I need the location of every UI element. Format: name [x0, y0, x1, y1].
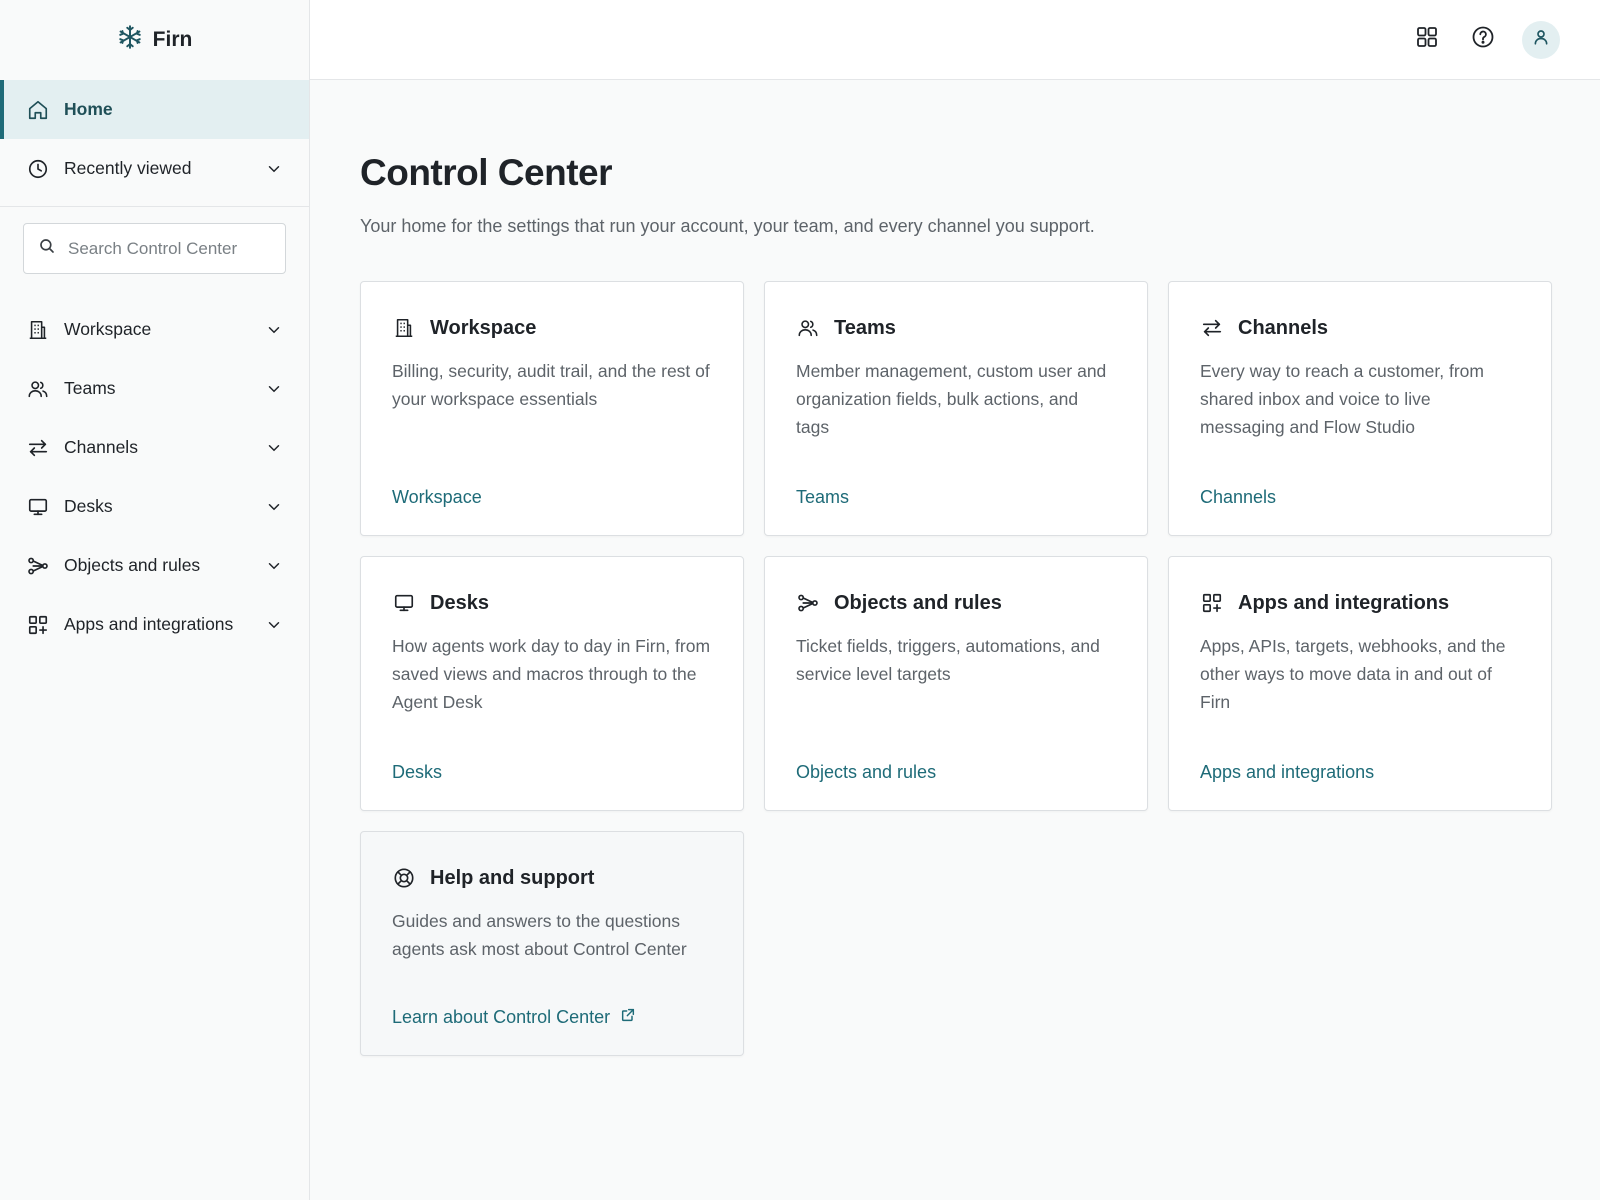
card-title: Apps and integrations [1238, 591, 1450, 614]
card-objects-and-rules: Objects and rules Ticket fields, trigger… [764, 556, 1148, 811]
sidebar-item-label: Objects and rules [64, 555, 201, 575]
sidebar-item-label: Desks [64, 496, 113, 516]
chevron-down-icon [265, 498, 283, 516]
apps-icon [26, 613, 50, 637]
divider [0, 206, 309, 207]
snowflake-icon [117, 24, 143, 56]
building-icon [392, 316, 416, 340]
card-title: Workspace [430, 316, 537, 339]
arrows-exchange-icon [1200, 316, 1224, 340]
avatar[interactable] [1522, 20, 1560, 59]
card-description: Guides and answers to the questions agen… [392, 911, 687, 959]
help-button[interactable] [1466, 23, 1500, 57]
sidebar-item-desks[interactable]: Desks [0, 477, 309, 536]
card-link-learn-about-control-center[interactable]: Learn about Control Center [392, 1007, 636, 1028]
main-content: Control Center Your home for the setting… [360, 152, 1555, 1056]
sidebar-groups: Workspace Teams Channels Desks Objects a… [0, 300, 309, 654]
sidebar-item-home[interactable]: Home [0, 80, 309, 139]
sidebar-item-teams[interactable]: Teams [0, 359, 309, 418]
search-input[interactable] [68, 238, 271, 259]
card-apps-and-integrations: Apps and integrations Apps, APIs, target… [1168, 556, 1552, 811]
chevron-down-icon [265, 160, 283, 178]
card-description: Billing, security, audit trail, and the … [392, 361, 710, 409]
search-icon [38, 237, 68, 260]
page-title: Control Center [360, 152, 613, 193]
card-description: Every way to reach a customer, from shar… [1200, 361, 1484, 437]
card-desks: Desks How agents work day to day in Firn… [360, 556, 744, 811]
card-description: Member management, custom user and organ… [796, 361, 1107, 437]
app-grid-button[interactable] [1410, 23, 1444, 57]
card-title: Desks [430, 591, 489, 614]
sidebar-item-objects-and-rules[interactable]: Objects and rules [0, 536, 309, 595]
search-field[interactable] [23, 223, 286, 274]
sidebar-item-apps-and-integrations[interactable]: Apps and integrations [0, 595, 309, 654]
page-subtitle: Your home for the settings that run your… [360, 216, 1095, 236]
chevron-down-icon [265, 321, 283, 339]
card-title: Objects and rules [834, 591, 1002, 614]
monitor-icon [26, 495, 50, 519]
brand-name: Firn [152, 28, 193, 51]
apps-icon [1200, 591, 1224, 615]
card-teams: Teams Member management, custom user and… [764, 281, 1148, 536]
sidebar-item-label: Recently viewed [64, 158, 192, 178]
arrows-exchange-icon [26, 436, 50, 460]
card-link-channels[interactable]: Channels [1200, 487, 1276, 508]
sidebar-item-workspace[interactable]: Workspace [0, 300, 309, 359]
sidebar-item-label: Channels [64, 437, 138, 457]
sidebar-item-label: Apps and integrations [64, 614, 234, 634]
card-link-desks[interactable]: Desks [392, 762, 442, 783]
sidebar-item-recently-viewed[interactable]: Recently viewed [0, 139, 309, 198]
card-link-teams[interactable]: Teams [796, 487, 849, 508]
sidebar: Firn Home Recently viewed Search Control… [0, 0, 310, 1200]
monitor-icon [392, 591, 416, 615]
users-icon [796, 316, 820, 340]
clock-icon [26, 157, 50, 181]
users-icon [26, 377, 50, 401]
card-grid: Workspace Billing, security, audit trail… [360, 281, 1555, 1056]
sidebar-item-channels[interactable]: Channels [0, 418, 309, 477]
external-link-icon [620, 1007, 636, 1028]
card-channels: Channels Every way to reach a customer, … [1168, 281, 1552, 536]
card-workspace: Workspace Billing, security, audit trail… [360, 281, 744, 536]
top-bar [310, 0, 1600, 80]
sidebar-item-label: Teams [64, 378, 116, 398]
sidebar-item-label: Workspace [64, 319, 152, 339]
flow-icon [796, 591, 820, 615]
card-help-and-support: Help and support Guides and answers to t… [360, 831, 744, 1056]
flow-icon [26, 554, 50, 578]
card-title: Channels [1238, 316, 1329, 339]
card-link-label: Learn about Control Center [392, 1007, 611, 1027]
card-link-apps-and-integrations[interactable]: Apps and integrations [1200, 762, 1374, 783]
card-link-workspace[interactable]: Workspace [392, 487, 482, 508]
home-icon [26, 98, 50, 122]
card-description: Ticket fields, triggers, automations, an… [796, 636, 1100, 684]
sidebar-item-label: Home [64, 99, 113, 119]
lifebuoy-icon [392, 866, 416, 890]
building-icon [26, 318, 50, 342]
chevron-down-icon [265, 380, 283, 398]
chevron-down-icon [265, 616, 283, 634]
brand[interactable]: Firn [0, 0, 309, 80]
card-link-objects-and-rules[interactable]: Objects and rules [796, 762, 936, 783]
card-description: Apps, APIs, targets, webhooks, and the o… [1200, 636, 1506, 712]
app-grid-icon [1415, 25, 1439, 54]
card-title: Teams [834, 316, 896, 339]
chevron-down-icon [265, 439, 283, 457]
chevron-down-icon [265, 557, 283, 575]
help-icon [1471, 25, 1495, 54]
card-description: How agents work day to day in Firn, from… [392, 636, 711, 712]
card-title: Help and support [430, 866, 595, 889]
user-icon [1532, 28, 1550, 51]
